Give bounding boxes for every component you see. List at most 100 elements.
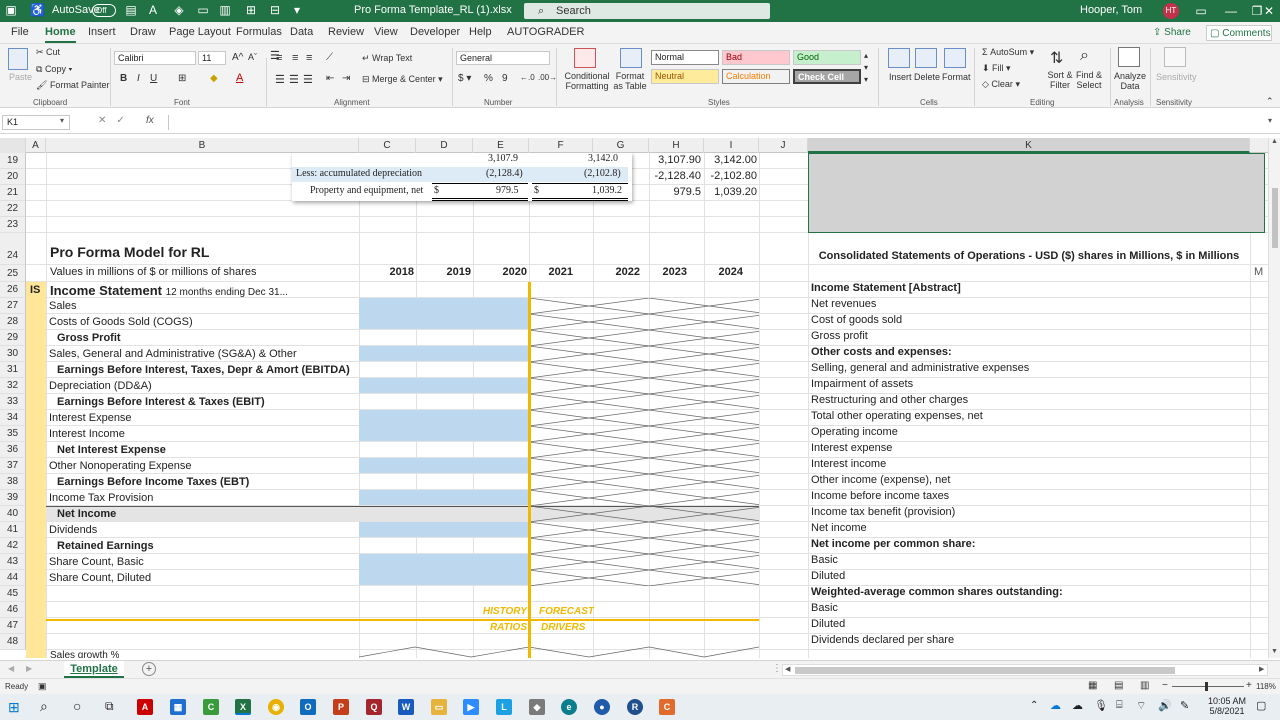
statement-item[interactable]: Diluted [811, 618, 1247, 630]
row-header[interactable]: 23 [0, 217, 26, 233]
input-block-sales-cogs[interactable] [359, 298, 529, 329]
shrink-font-icon[interactable]: Aˇ [248, 52, 257, 62]
model-subtitle[interactable]: Values in millions of $ or millions of s… [50, 266, 256, 278]
wrap-text-button[interactable]: ↵ Wrap Text [362, 53, 412, 64]
column-header-g[interactable]: G [593, 138, 649, 153]
income-statement-heading[interactable]: Income Statement 12 months ending Dec 31… [50, 283, 288, 298]
style-calculation[interactable]: Calculation [722, 69, 790, 84]
income-line[interactable]: Net Income [49, 508, 357, 520]
column-header-i[interactable]: I [704, 138, 759, 153]
worksheet-grid[interactable]: 19 20 21 22 23 24 25 26 27 28 29 30 31 32 33 34 35 36 37 38… [0, 153, 1268, 658]
year-2018[interactable]: 2018 [359, 266, 414, 278]
border-dropdown-icon[interactable]: ⊞ [178, 73, 186, 84]
onedrive-icon[interactable]: ☁ [1050, 699, 1061, 712]
row-header[interactable]: 37 [0, 458, 26, 474]
income-line[interactable]: Income Tax Provision [49, 492, 357, 504]
tab-insert[interactable]: Insert [88, 26, 116, 38]
tab-page-layout[interactable]: Page Layout [169, 26, 231, 38]
file-explorer-icon[interactable]: ▭ [431, 699, 447, 715]
tab-split-handle[interactable]: ⋮ [772, 663, 782, 674]
wifi-icon[interactable]: ⌔ [1136, 699, 1146, 713]
tray-chevron-icon[interactable]: ⌃ [1030, 700, 1038, 711]
app-icon[interactable]: ◆ [529, 699, 545, 715]
grow-font-icon[interactable]: A^ [232, 52, 243, 63]
next-sheet-icon[interactable]: ▶ [26, 664, 32, 673]
year-2021[interactable]: 2021 [529, 266, 573, 278]
zoom-slider[interactable] [1172, 686, 1244, 687]
sheet-tab-template[interactable]: Template [64, 661, 124, 678]
paste-icon[interactable] [8, 48, 28, 70]
tab-data[interactable]: Data [290, 26, 313, 38]
income-line[interactable]: Sales, General and Administrative (SG&A)… [49, 348, 357, 360]
mic-icon[interactable]: 🎙 [1094, 699, 1108, 712]
statement-item[interactable]: Gross profit [811, 330, 1247, 342]
increase-decimal-icon[interactable]: ←.0 [520, 73, 535, 82]
autosum-button[interactable]: Σ AutoSum ▾ [982, 47, 1034, 58]
outlook-icon[interactable]: O [300, 699, 316, 715]
search-box[interactable]: ⌕ Search [524, 3, 770, 19]
income-line[interactable]: Interest Expense [49, 412, 357, 424]
delete-cells-button[interactable]: Delete [914, 72, 940, 82]
insert-function-icon[interactable]: fx [146, 115, 154, 126]
history-label[interactable]: HISTORY [473, 606, 527, 617]
row-header[interactable]: 28 [0, 314, 26, 330]
page-layout-view-icon[interactable]: ▤ [1114, 680, 1123, 691]
user-name[interactable]: Hooper, Tom [1080, 4, 1142, 16]
sort-filter-icon[interactable]: ⇅ [1050, 48, 1063, 68]
cell-h20[interactable]: -2,128.40 [649, 170, 701, 182]
scroll-down-icon[interactable]: ▼ [1271, 648, 1278, 655]
windows-start-icon[interactable]: ⊞ [8, 699, 20, 716]
orientation-icon[interactable]: ⟋ [326, 52, 333, 63]
powerpoint-icon[interactable]: P [333, 699, 349, 715]
avatar[interactable]: HT [1163, 3, 1179, 19]
select-all-corner[interactable] [0, 138, 26, 153]
column-header-j[interactable]: J [759, 138, 808, 153]
horizontal-scroll-thumb[interactable] [795, 667, 1175, 674]
format-cells-icon[interactable] [944, 48, 966, 68]
font-size-dropdown[interactable]: 11 [198, 51, 226, 65]
currency-icon[interactable]: $ ▾ [458, 73, 471, 84]
column-header-a[interactable]: A [26, 138, 46, 153]
network-icon[interactable]: ⌸ [1116, 699, 1123, 712]
forecast-label[interactable]: FORECAST [539, 606, 594, 617]
undo-icon[interactable]: ⊞ [244, 3, 258, 17]
row-header[interactable]: 32 [0, 378, 26, 394]
style-good[interactable]: Good [793, 50, 861, 65]
style-bad[interactable]: Bad [722, 50, 790, 65]
row-header[interactable]: 46 [0, 602, 26, 618]
statement-item[interactable]: Other income (expense), net [811, 474, 1247, 486]
input-block-shares[interactable] [359, 554, 529, 585]
highlight-icon[interactable]: ◆ [210, 73, 218, 84]
percent-icon[interactable]: % [484, 73, 493, 84]
statement-item[interactable]: Diluted [811, 570, 1247, 582]
input-block-other-nonop[interactable] [359, 458, 529, 473]
r-app-icon[interactable]: R [627, 699, 643, 715]
column-header-h[interactable]: H [649, 138, 704, 153]
formula-input[interactable] [168, 115, 1266, 130]
notifications-icon[interactable]: ▢ [1256, 699, 1266, 712]
tab-developer[interactable]: Developer [410, 26, 460, 38]
tab-formulas[interactable]: Formulas [236, 26, 282, 38]
row-header[interactable]: 34 [0, 410, 26, 426]
find-select-icon[interactable]: ⌕ [1080, 47, 1089, 65]
styles-scroll-icon[interactable]: ▴ ▾ ▾ [864, 50, 868, 86]
row-header[interactable]: 40 [0, 506, 26, 522]
form-icon[interactable]: ▥ [218, 3, 232, 17]
row-header[interactable]: 48 [0, 634, 26, 650]
zoom-in-icon[interactable]: + [1246, 680, 1252, 691]
row-header[interactable]: 44 [0, 570, 26, 586]
conditional-formatting-icon[interactable] [574, 48, 596, 68]
income-line[interactable]: Sales [49, 300, 357, 312]
tab-view[interactable]: View [374, 26, 398, 38]
prev-sheet-icon[interactable]: ◀ [8, 664, 14, 673]
horizontal-scrollbar[interactable]: ◀ ▶ [782, 664, 1268, 676]
font-color-button-icon[interactable]: A [236, 72, 243, 84]
income-line[interactable]: Interest Income [49, 428, 357, 440]
scroll-up-icon[interactable]: ▲ [1271, 138, 1278, 145]
expand-formula-icon[interactable]: ▾ [1268, 116, 1272, 125]
income-line[interactable]: Earnings Before Income Taxes (EBT) [49, 476, 357, 488]
row-header[interactable]: 27 [0, 298, 26, 314]
income-line[interactable]: Share Count, Basic [49, 556, 357, 568]
income-line[interactable]: Share Count, Diluted [49, 572, 357, 584]
row-header[interactable]: 22 [0, 201, 26, 217]
